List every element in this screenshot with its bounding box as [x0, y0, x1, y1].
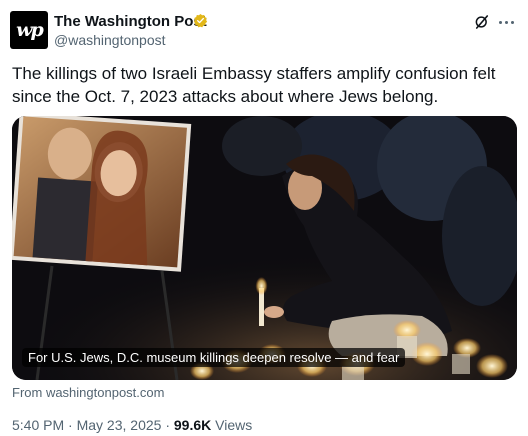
meta-separator: ·	[64, 417, 77, 433]
link-card-image[interactable]: For U.S. Jews, D.C. museum killings deep…	[12, 116, 517, 380]
grok-icon[interactable]	[473, 13, 491, 31]
tweet-time[interactable]: 5:40 PM	[12, 417, 64, 433]
link-source[interactable]: From washingtonpost.com	[12, 385, 164, 400]
more-icon[interactable]	[496, 13, 516, 31]
more-dot	[498, 20, 502, 24]
author-handle[interactable]: @washingtonpost	[54, 32, 166, 48]
tweet-meta: 5:40 PM · May 23, 2025 · 99.6K Views	[12, 417, 252, 433]
verified-badge-icon	[193, 13, 208, 28]
link-card-title[interactable]: For U.S. Jews, D.C. museum killings deep…	[22, 348, 406, 367]
tweet: wp The Washington Post @washingtonpost T…	[0, 0, 528, 436]
views-label: Views	[215, 417, 253, 433]
more-dot	[504, 20, 508, 24]
more-dot	[510, 20, 514, 24]
meta-separator: ·	[161, 417, 174, 433]
vigil-photo	[12, 116, 517, 380]
views-count: 99.6K	[173, 417, 212, 433]
avatar[interactable]: wp	[10, 11, 48, 49]
author-name[interactable]: The Washington Post	[54, 13, 207, 30]
tweet-text: The killings of two Israeli Embassy staf…	[12, 64, 496, 106]
tweet-date[interactable]: May 23, 2025	[77, 417, 162, 433]
